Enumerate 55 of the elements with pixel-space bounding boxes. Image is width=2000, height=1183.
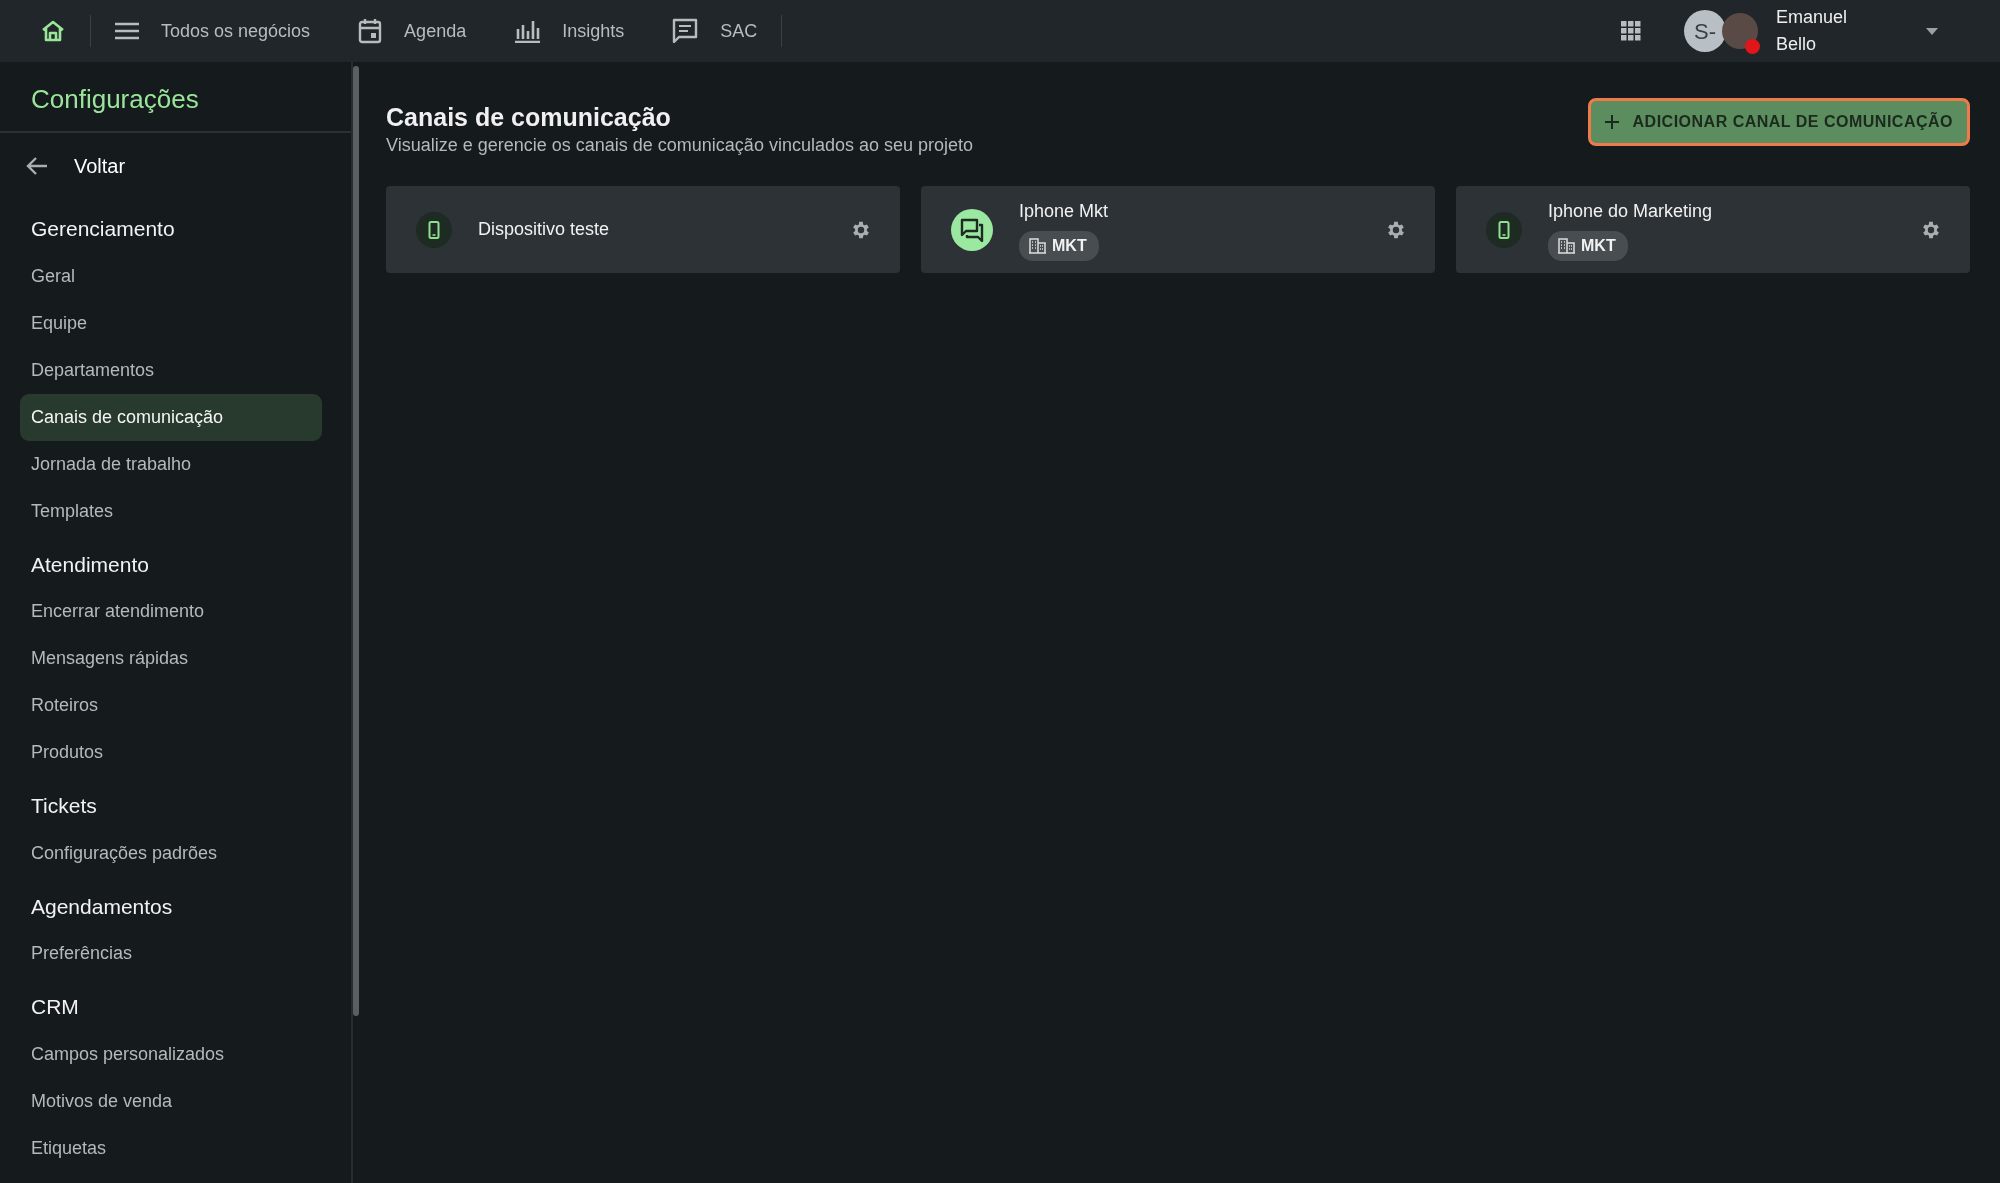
user-name: Emanuel Bello xyxy=(1776,6,1849,56)
sidebar-title: Configurações xyxy=(0,62,351,134)
nav-link[interactable]: Insights xyxy=(490,11,649,51)
channel-name: Dispositivo teste xyxy=(478,218,610,241)
sidebar-item[interactable]: Geral xyxy=(20,252,322,300)
channel-card[interactable]: Iphone do Marketing MKT xyxy=(1456,186,1970,273)
building-icon xyxy=(1029,238,1046,254)
channel-name: Iphone Mkt xyxy=(1019,200,1109,223)
nav-link[interactable]: Agenda xyxy=(334,11,491,51)
sidebar-item[interactable]: Roteiros xyxy=(20,682,322,730)
avatar-placeholder xyxy=(1722,13,1758,49)
sidebar-item[interactable]: Configurações padrões xyxy=(20,829,322,877)
sidebar-item[interactable]: Templates xyxy=(20,487,322,535)
section-heading: Tickets xyxy=(30,793,98,820)
initials-avatar: S- xyxy=(1684,10,1726,52)
dropdown-caret-icon[interactable] xyxy=(1926,27,1938,35)
sidebar-item[interactable]: Encerrar atendimento xyxy=(20,588,322,636)
back-arrow-icon xyxy=(26,156,48,177)
message-icon xyxy=(672,18,699,44)
sidebar-item[interactable]: Campos personalizados xyxy=(20,1030,322,1078)
page-title: Canais de comunicação xyxy=(386,102,672,132)
chat-bubbles-icon xyxy=(951,208,993,251)
sidebar-item[interactable]: Equipe xyxy=(20,299,322,347)
nav-link[interactable]: Todos os negócios xyxy=(91,11,335,51)
sidebar-item[interactable]: Jornada de trabalho xyxy=(20,440,322,488)
section-heading: Agendamentos xyxy=(30,893,174,920)
channel-name: Iphone do Marketing xyxy=(1548,200,1713,223)
nav-link[interactable]: SAC xyxy=(648,11,782,51)
section-heading: CRM xyxy=(30,994,80,1021)
section-heading: Gerenciamento xyxy=(30,216,176,243)
sidebar-item[interactable]: Motivos de venda xyxy=(20,1077,322,1125)
sidebar-item[interactable]: Mensagens rápidas xyxy=(20,635,322,683)
calendar-icon xyxy=(358,18,383,44)
sidebar-item[interactable]: Preferências xyxy=(20,930,322,978)
page-subtitle: Visualize e gerencie os canais de comunicação vinculados ao seu projeto xyxy=(386,134,974,157)
sidebar-item[interactable]: Produtos xyxy=(20,729,322,777)
department-tag: MKT xyxy=(1019,231,1099,261)
section-heading: Atendimento xyxy=(30,551,150,578)
apps-grid-icon[interactable] xyxy=(1620,20,1642,42)
phone-icon xyxy=(416,211,452,248)
building-icon xyxy=(1558,238,1575,254)
sidebar-item[interactable]: Departamentos xyxy=(20,346,322,394)
department-tag: MKT xyxy=(1548,231,1628,261)
add-channel-button[interactable]: ADICIONAR CANAL DE COMUNICAÇÃO xyxy=(1587,98,1970,146)
bar-chart-icon xyxy=(514,19,541,43)
scrollbar-thumb[interactable] xyxy=(353,66,359,1016)
back-button[interactable]: Voltar xyxy=(0,133,152,200)
sidebar-item[interactable]: Canais de comunicação xyxy=(20,393,322,441)
plus-icon xyxy=(1604,115,1619,129)
channel-card[interactable]: Dispositivo teste xyxy=(386,186,900,273)
sidebar-item[interactable]: Etiquetas xyxy=(20,1124,322,1172)
home-icon xyxy=(40,19,66,43)
menu-icon xyxy=(115,22,139,40)
phone-icon xyxy=(1486,211,1522,248)
channel-card[interactable]: Iphone Mkt MKT xyxy=(921,186,1435,273)
